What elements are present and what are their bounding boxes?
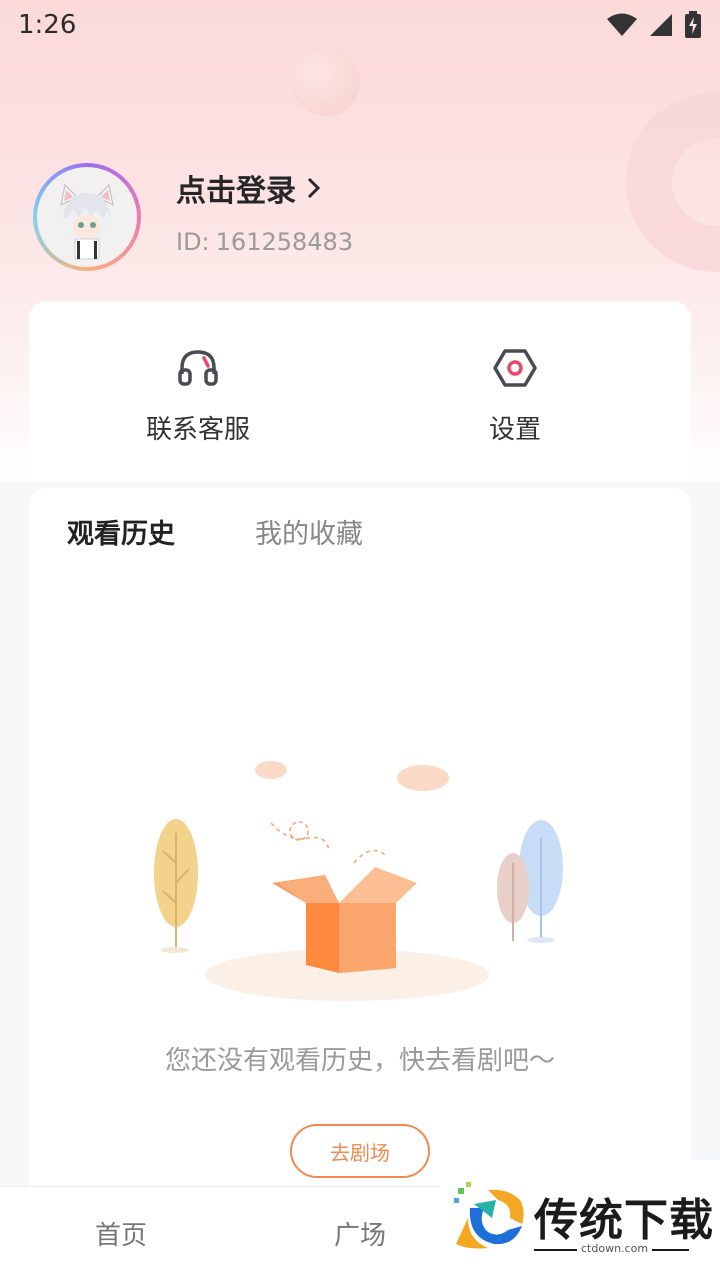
login-label: 点击登录: [176, 174, 296, 209]
watermark: 传统下载 ctdown.com: [440, 1160, 720, 1280]
login-link[interactable]: 点击登录: [176, 166, 322, 210]
chevron-right-icon: [307, 177, 321, 199]
user-id: ID: 161258483: [176, 228, 353, 256]
settings-button[interactable]: 设置: [415, 345, 615, 446]
empty-box-illustration: [154, 761, 563, 1001]
tab-watch-history[interactable]: 观看历史: [67, 512, 175, 551]
nav-square[interactable]: 广场: [334, 1215, 386, 1252]
avatar-image: [37, 167, 137, 267]
avatar[interactable]: [33, 163, 141, 271]
signal-icon: [650, 14, 672, 36]
decorative-ring: [626, 92, 720, 272]
tab-my-favorites[interactable]: 我的收藏: [255, 512, 363, 551]
watermark-title: 传统下载: [534, 1195, 714, 1246]
user-id-label: ID:: [176, 228, 210, 256]
quick-actions-card: 联系客服 设置: [29, 301, 691, 481]
status-bar: 1:26: [0, 0, 720, 50]
user-id-value: 161258483: [215, 228, 354, 256]
empty-message: 您还没有观看历史，快去看剧吧～: [164, 1046, 555, 1076]
nav-home[interactable]: 首页: [95, 1215, 147, 1252]
settings-label: 设置: [488, 415, 541, 445]
go-theater-button[interactable]: 去剧场: [290, 1124, 430, 1178]
watermark-logo-icon: [454, 1182, 524, 1249]
battery-icon: [685, 11, 701, 38]
decorative-ball: [292, 48, 360, 116]
hexagon-settings-icon: [493, 349, 537, 387]
contact-support-label: 联系客服: [145, 415, 250, 445]
history-card: 观看历史 我的收藏 您还没有观看历史，快去看剧吧～ 去剧场: [29, 488, 691, 1188]
anime-character-icon: [60, 183, 114, 260]
headset-icon: [178, 350, 218, 386]
watermark-subtitle: ctdown.com: [577, 1242, 653, 1255]
contact-support-button[interactable]: 联系客服: [98, 345, 298, 446]
status-icons: [606, 11, 702, 39]
wifi-icon: [607, 13, 637, 36]
status-time: 1:26: [18, 10, 77, 40]
